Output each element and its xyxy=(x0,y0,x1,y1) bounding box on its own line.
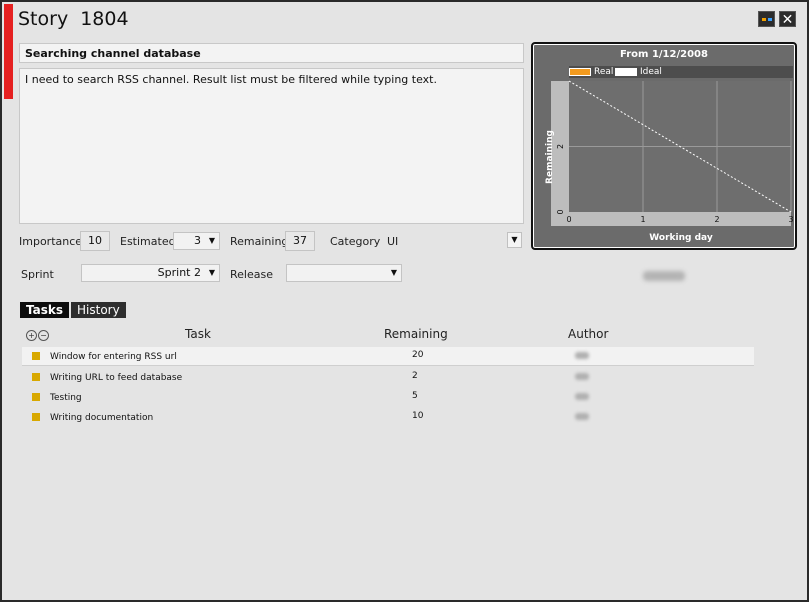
column-header-task[interactable]: Task xyxy=(185,327,211,341)
task-status-marker xyxy=(32,393,40,401)
column-header-author[interactable]: Author xyxy=(568,327,608,341)
x-tick-label: 0 xyxy=(566,215,571,224)
y-tick-label: 2 xyxy=(556,144,565,149)
sprint-label: Sprint xyxy=(21,268,54,281)
task-name: Testing xyxy=(50,393,82,403)
chevron-down-icon: ▼ xyxy=(511,235,518,244)
story-color-bar xyxy=(4,4,13,99)
estimated-label: Estimated xyxy=(120,235,176,248)
blurred-text xyxy=(643,271,685,281)
task-remaining: 5 xyxy=(412,391,418,401)
importance-label: Importance xyxy=(19,235,83,248)
chevron-down-icon: ▼ xyxy=(208,268,215,277)
task-name: Writing documentation xyxy=(50,413,154,423)
task-row[interactable]: Writing documentation 10 xyxy=(22,408,754,427)
task-remaining: 20 xyxy=(412,350,424,360)
expand-all-button[interactable]: + xyxy=(26,330,37,341)
sprint-select[interactable]: Sprint 2 ▼ xyxy=(81,264,220,282)
task-author-avatar xyxy=(575,352,589,359)
y-axis-label: Remaining xyxy=(544,130,555,184)
task-name: Writing URL to feed database xyxy=(50,373,183,383)
task-status-marker xyxy=(32,413,40,421)
task-status-marker xyxy=(32,373,40,381)
chart-plot: 0 1 2 3 0 2 xyxy=(551,80,794,226)
category-dropdown-button[interactable]: ▼ xyxy=(507,232,522,248)
release-label: Release xyxy=(230,268,273,281)
close-icon: ✕ xyxy=(781,12,794,28)
column-header-remaining[interactable]: Remaining xyxy=(384,327,448,341)
task-name: Window for entering RSS url xyxy=(50,352,177,362)
estimated-value: 3 xyxy=(194,234,201,247)
story-name-field[interactable]: Searching channel database xyxy=(19,43,524,63)
release-select[interactable]: ▼ xyxy=(286,264,402,282)
x-tick-label: 1 xyxy=(640,215,645,224)
task-row[interactable]: Window for entering RSS url 20 xyxy=(22,347,754,366)
x-axis-strip xyxy=(551,212,791,226)
story-description-field[interactable]: I need to search RSS channel. Result lis… xyxy=(19,68,524,224)
x-tick-label: 3 xyxy=(788,215,793,224)
y-tick-label: 0 xyxy=(556,209,565,214)
burndown-chart: From 1/12/2008 Real Ideal 012302 Remaini… xyxy=(531,42,797,250)
x-axis-label: Working day xyxy=(649,233,713,243)
chevron-down-icon: ▼ xyxy=(208,236,215,245)
task-status-marker xyxy=(32,352,40,360)
task-row[interactable]: Writing URL to feed database 2 xyxy=(22,368,754,387)
tab-history[interactable]: History xyxy=(71,302,126,318)
chevron-down-icon: ▼ xyxy=(390,268,397,277)
collapse-all-button[interactable]: − xyxy=(38,330,49,341)
close-button[interactable]: ✕ xyxy=(779,11,796,28)
task-remaining: 10 xyxy=(412,411,424,421)
window-title: Story 1804 xyxy=(18,8,129,30)
story-number: 1804 xyxy=(80,8,129,30)
category-value[interactable]: UI xyxy=(387,235,398,248)
x-tick-label: 2 xyxy=(714,215,719,224)
story-window: Story 1804 ✕ Searching channel database I… xyxy=(0,0,809,602)
task-author-avatar xyxy=(575,373,589,380)
task-row[interactable]: Testing 5 xyxy=(22,388,754,407)
importance-field[interactable]: 10 xyxy=(80,231,110,251)
category-label: Category xyxy=(330,235,381,248)
remaining-field[interactable]: 37 xyxy=(285,231,315,251)
title-label: Story xyxy=(18,8,69,30)
theme-toggle-button[interactable] xyxy=(758,11,775,27)
sprint-value: Sprint 2 xyxy=(157,266,201,279)
tab-tasks[interactable]: Tasks xyxy=(20,302,70,318)
estimated-select[interactable]: 3 ▼ xyxy=(173,232,220,250)
task-author-avatar xyxy=(575,413,589,420)
remaining-label: Remaining xyxy=(230,235,289,248)
task-remaining: 2 xyxy=(412,371,418,381)
task-author-avatar xyxy=(575,393,589,400)
